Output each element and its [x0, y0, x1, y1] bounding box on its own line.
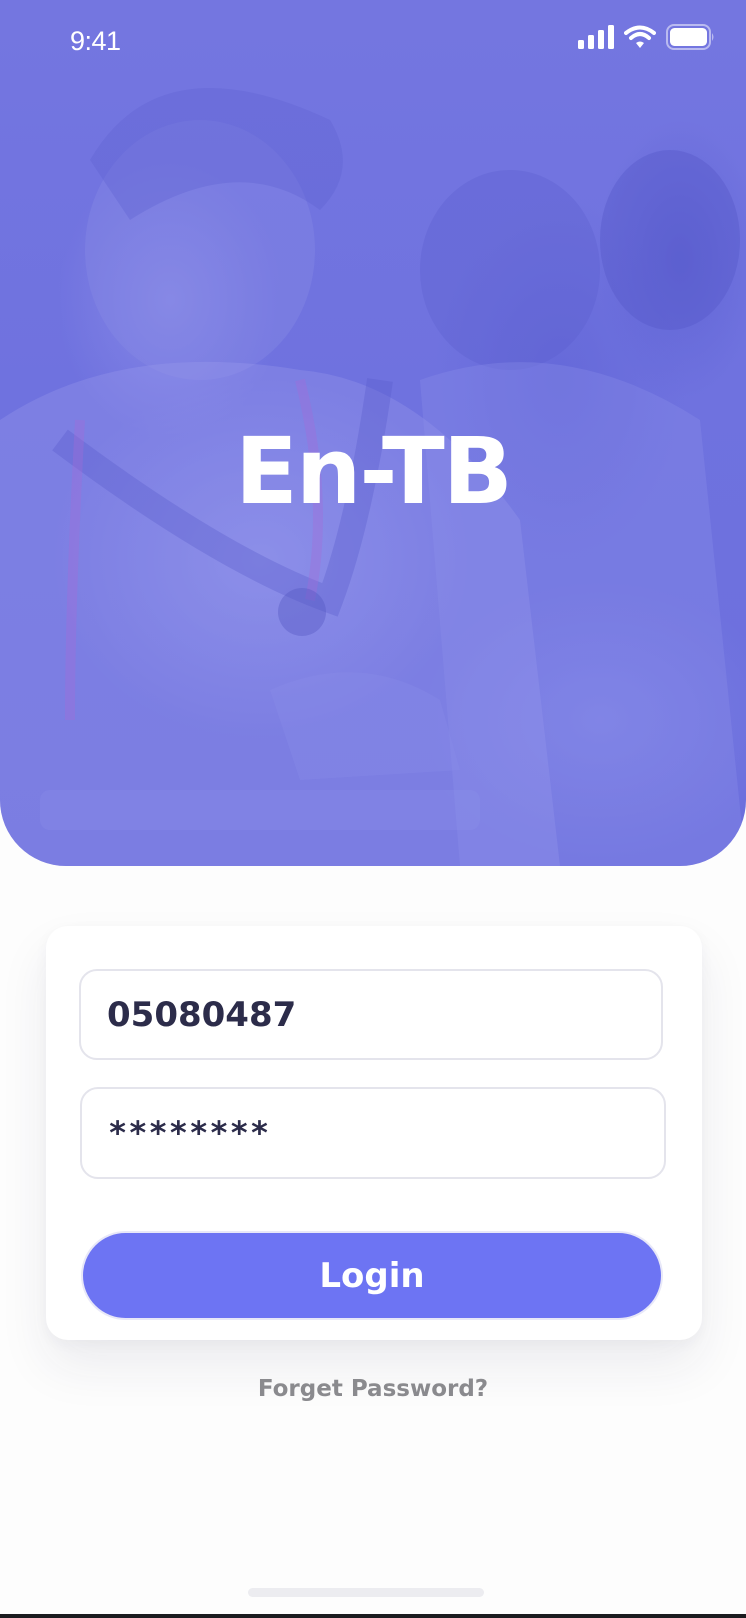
status-icons [578, 24, 716, 50]
app-title: En-TB [235, 418, 513, 525]
home-indicator [248, 1588, 484, 1597]
screen-bottom-edge [0, 1614, 746, 1618]
battery-icon [666, 24, 714, 50]
login-button[interactable]: Login [81, 1231, 663, 1320]
login-card: 05080487 ******** Login [46, 926, 702, 1340]
status-time: 9:41 [70, 26, 121, 56]
password-input[interactable]: ******** [80, 1087, 666, 1179]
status-bar: 9:41 [0, 0, 746, 84]
hero-banner: 9:41 En-TB [0, 0, 746, 866]
phone-number-input[interactable]: 05080487 [79, 969, 663, 1060]
wifi-icon [624, 25, 656, 48]
cellular-signal-icon [578, 25, 614, 49]
forgot-password-link[interactable]: Forget Password? [0, 1376, 746, 1402]
